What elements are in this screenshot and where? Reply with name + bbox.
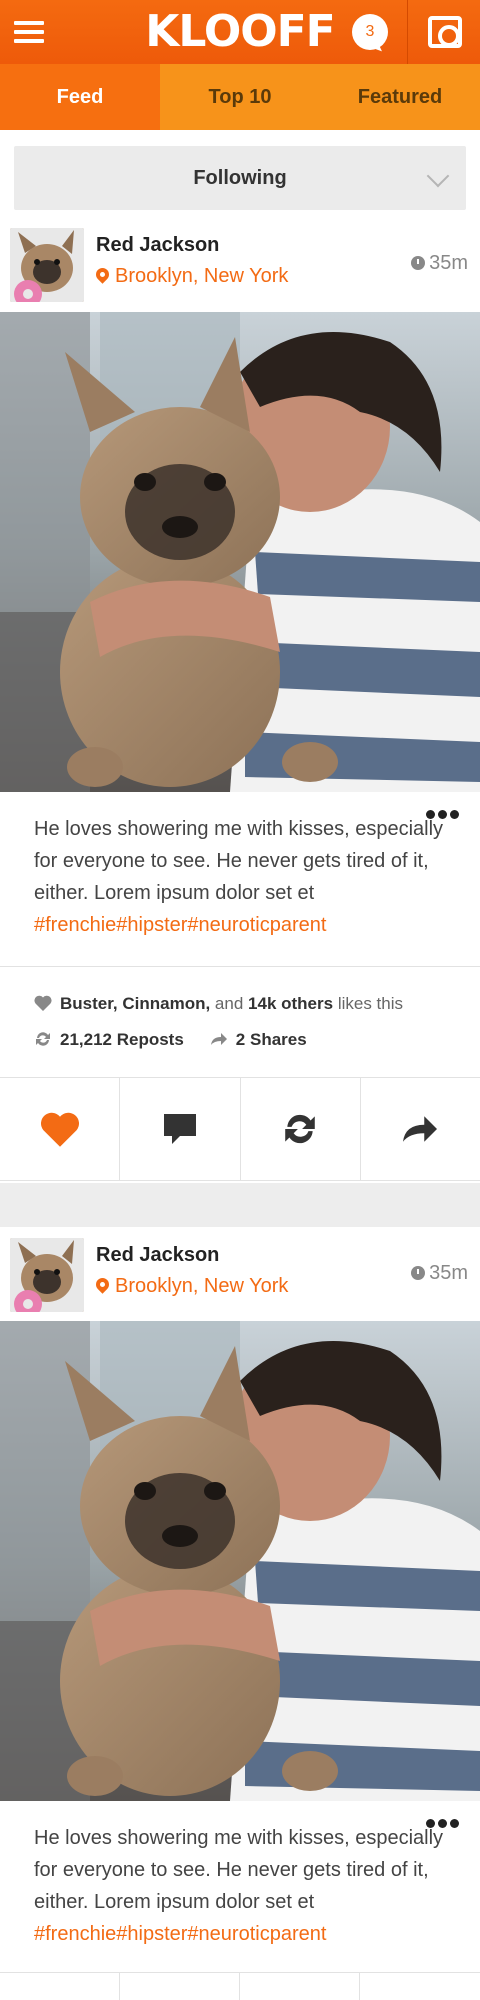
post-location[interactable]: Brooklyn, New York (93, 265, 289, 288)
caption-text: He loves showering me with kisses, espec… (34, 1827, 444, 1913)
notification-count: 3 (352, 14, 388, 50)
divider (0, 1972, 480, 1973)
post-username[interactable]: Red Jackson (96, 234, 219, 257)
share-icon (403, 1116, 438, 1142)
post-time-text: 35m (429, 1262, 468, 1284)
tab-top-10[interactable]: Top 10 (160, 64, 320, 130)
post-action-bar (0, 1077, 480, 1181)
avatar[interactable] (10, 1238, 84, 1312)
likes-names: Buster, Cinnamon, (60, 994, 211, 1013)
comment-button[interactable] (120, 1078, 241, 1180)
caption-hashtags[interactable]: #frenchie#hipster#neuroticparent (34, 1923, 326, 1945)
post-caption: He loves showering me with kisses, espec… (34, 1822, 444, 1950)
likes-count: 14k others (248, 994, 334, 1013)
post-caption: He loves showering me with kisses, espec… (34, 813, 444, 941)
post-location-text: Brooklyn, New York (115, 1275, 289, 1297)
divider (0, 966, 480, 967)
location-pin-icon (93, 1275, 112, 1294)
share-icon (210, 1033, 227, 1045)
post-location[interactable]: Brooklyn, New York (93, 1275, 289, 1298)
post-photo[interactable] (0, 1321, 480, 1801)
post-stats: 21,212 Reposts 2 Shares (34, 1029, 307, 1050)
share-button[interactable] (361, 1078, 480, 1180)
likes-summary[interactable]: Buster, Cinnamon, and 14k others likes t… (34, 993, 403, 1014)
location-pin-icon (93, 265, 112, 284)
camera-icon[interactable] (428, 16, 462, 48)
post-timestamp: 35m (411, 252, 468, 275)
following-dropdown[interactable]: Following (14, 146, 466, 210)
post-location-text: Brooklyn, New York (115, 265, 289, 287)
app-logo: KLOOFF (145, 6, 336, 57)
tab-featured[interactable]: Featured (320, 64, 480, 130)
repost-icon (36, 1032, 50, 1046)
post-username[interactable]: Red Jackson (96, 1244, 219, 1267)
top-bar: KLOOFF 3 (0, 0, 480, 64)
repost-count[interactable]: 21,212 Reposts (60, 1030, 184, 1049)
caption-text: He loves showering me with kisses, espec… (34, 818, 444, 904)
comment-icon (163, 1114, 196, 1144)
caption-hashtags[interactable]: #frenchie#hipster#neuroticparent (34, 914, 326, 936)
header-divider (407, 0, 408, 64)
feed-separator (0, 1183, 480, 1227)
repost-icon (285, 1114, 315, 1144)
likes-suffix: likes this (337, 994, 403, 1013)
likes-and: and (214, 994, 244, 1013)
dropdown-selected-value: Following (193, 167, 287, 189)
post-timestamp: 35m (411, 1262, 468, 1285)
like-button[interactable] (0, 1078, 121, 1180)
heart-icon (40, 1112, 79, 1147)
action-divider (239, 1973, 240, 2000)
notifications-button[interactable]: 3 (352, 14, 390, 52)
tab-feed[interactable]: Feed (0, 64, 160, 130)
action-divider (359, 1973, 360, 2000)
tab-bar: Feed Top 10 Featured (0, 64, 480, 130)
clock-icon (411, 1266, 426, 1280)
post-time-text: 35m (429, 252, 468, 274)
repost-button[interactable] (241, 1078, 361, 1180)
share-count[interactable]: 2 Shares (236, 1030, 307, 1049)
clock-icon (411, 256, 426, 270)
action-divider (119, 1973, 120, 2000)
heart-icon (34, 995, 52, 1011)
avatar[interactable] (10, 228, 84, 302)
post-photo[interactable] (0, 312, 480, 792)
